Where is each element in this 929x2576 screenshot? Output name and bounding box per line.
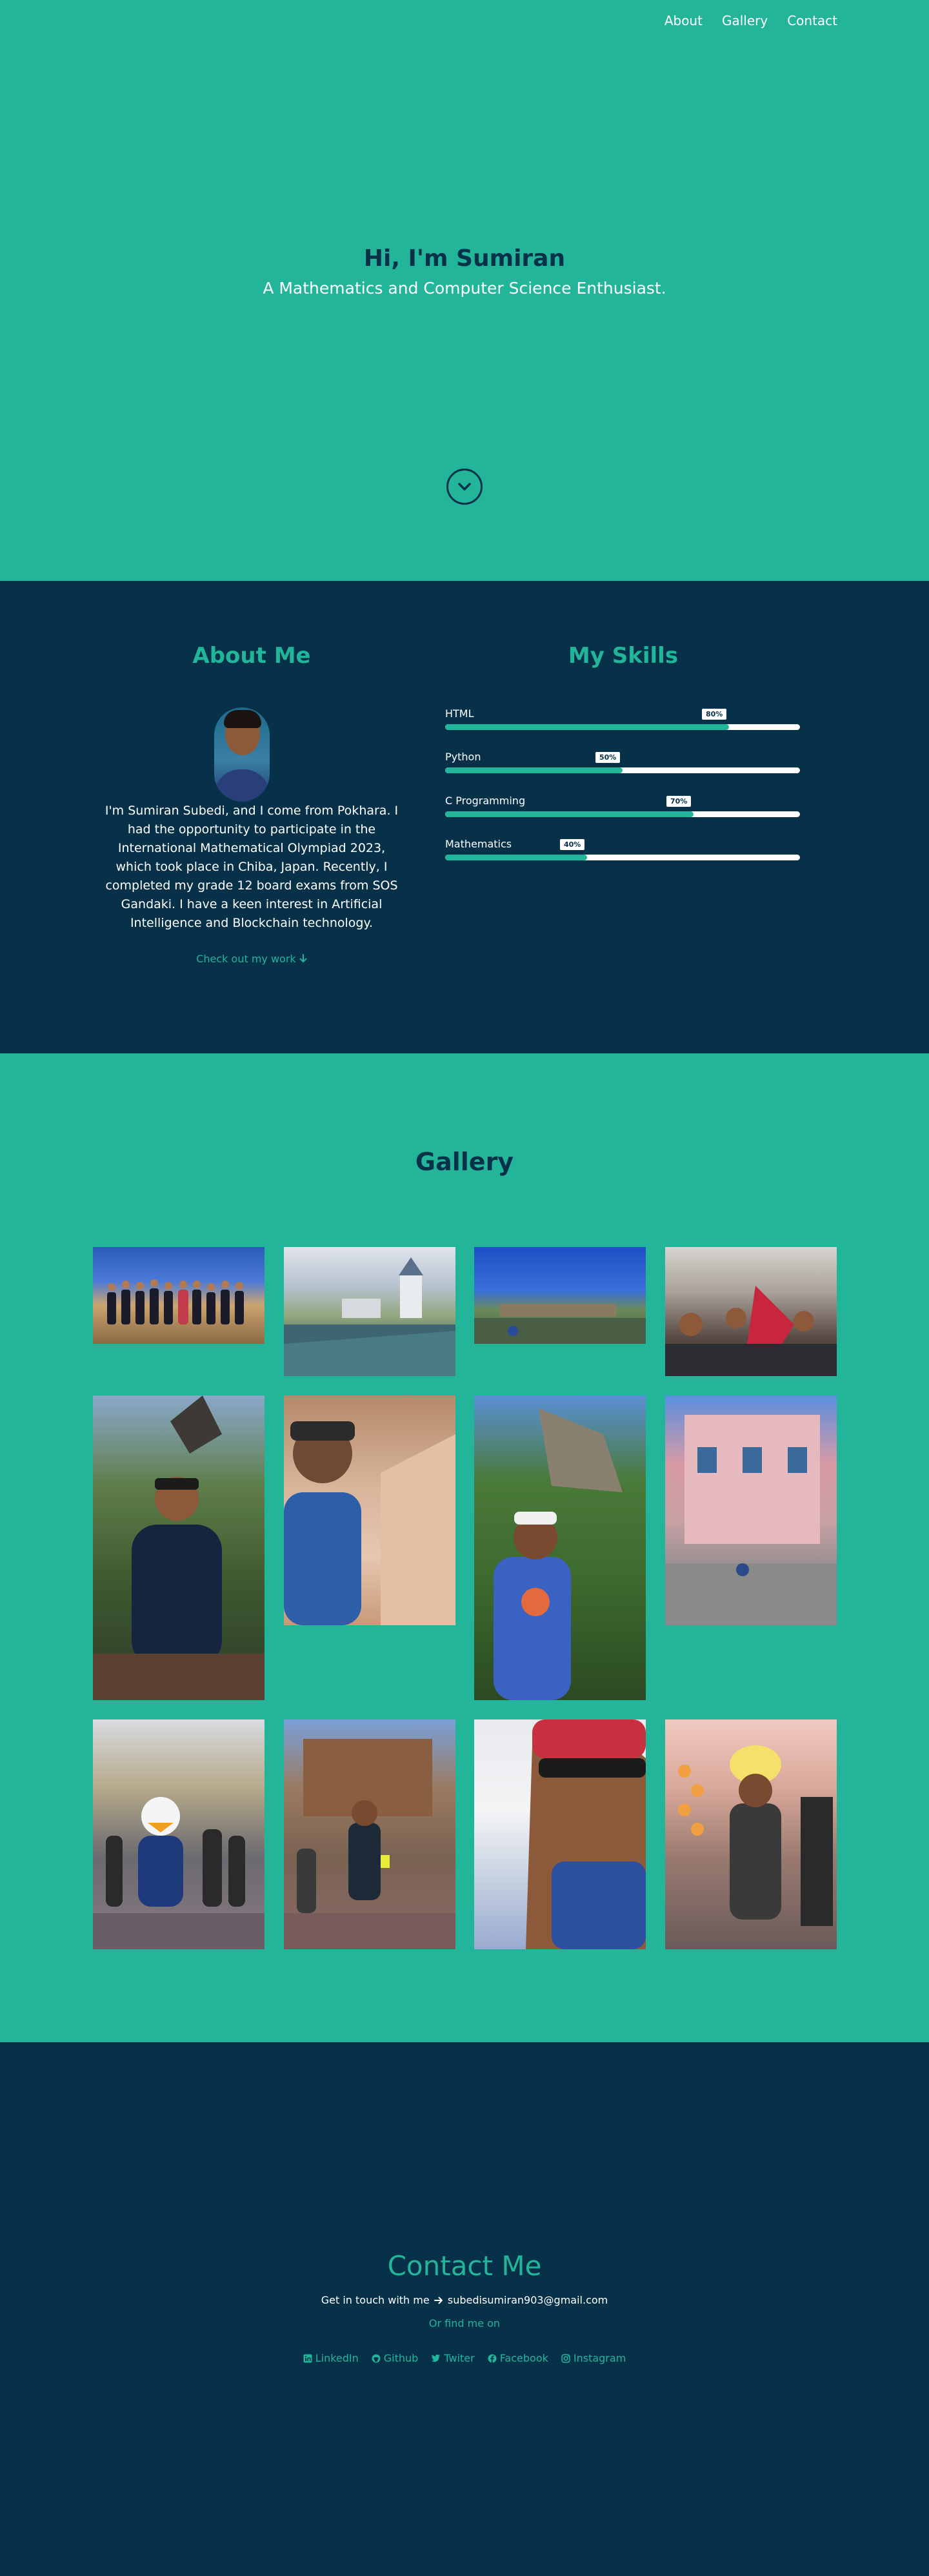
social-facebook[interactable]: Facebook bbox=[488, 2352, 548, 2364]
github-icon bbox=[372, 2354, 381, 2362]
gallery-photo[interactable] bbox=[665, 1395, 837, 1625]
gallery-photo[interactable] bbox=[284, 1247, 455, 1376]
linkedin-icon bbox=[303, 2354, 312, 2362]
skill-badge: 80% bbox=[702, 709, 727, 720]
skill-python: Python 50% bbox=[445, 751, 800, 773]
check-work-label: Check out my work bbox=[196, 953, 296, 965]
email-link[interactable]: subedisumiran903@gmail.com bbox=[448, 2294, 608, 2306]
check-work-link[interactable]: Check out my work bbox=[123, 953, 381, 965]
social-label: Instagram bbox=[573, 2352, 626, 2364]
skill-bar bbox=[445, 855, 800, 860]
contact-line: Get in touch with me subedisumiran903@gm… bbox=[0, 2294, 929, 2306]
gallery-photo[interactable] bbox=[665, 1719, 837, 1949]
hero-title: Hi, I'm Sumiran bbox=[363, 245, 566, 272]
skill-badge: 70% bbox=[666, 796, 692, 807]
social-label: Github bbox=[383, 2352, 419, 2364]
twitter-icon bbox=[431, 2354, 441, 2362]
skill-bar-fill bbox=[445, 767, 623, 773]
gallery-photo[interactable] bbox=[474, 1247, 646, 1344]
social-label: Twiter bbox=[444, 2352, 475, 2364]
top-nav: About Gallery Contact bbox=[0, 0, 929, 41]
social-label: LinkedIn bbox=[315, 2352, 359, 2364]
gallery-photo[interactable] bbox=[93, 1395, 265, 1700]
gallery-photo[interactable] bbox=[93, 1719, 265, 1949]
skill-name: C Programming bbox=[445, 795, 526, 807]
nav-links: About Gallery Contact bbox=[664, 13, 837, 28]
nav-item-contact[interactable]: Contact bbox=[787, 13, 837, 28]
gallery-photo[interactable] bbox=[284, 1719, 455, 1949]
social-links: LinkedIn Github Twiter Facebook Instagra… bbox=[0, 2352, 929, 2364]
skill-badge: 50% bbox=[595, 752, 621, 763]
hero-subtitle: A Mathematics and Computer Science Enthu… bbox=[263, 279, 666, 298]
skill-mathematics: Mathematics 40% bbox=[445, 838, 800, 860]
nav-item-about[interactable]: About bbox=[664, 13, 703, 28]
social-twitter[interactable]: Twiter bbox=[431, 2352, 475, 2364]
gallery-heading: Gallery bbox=[415, 1148, 514, 1176]
arrow-right-icon bbox=[434, 2297, 443, 2304]
contact-heading: Contact Me bbox=[387, 2250, 542, 2282]
avatar bbox=[214, 707, 270, 802]
skill-bar bbox=[445, 767, 800, 773]
skill-bar bbox=[445, 724, 800, 730]
about-section: About Me My Skills I'm Sumiran Subedi, a… bbox=[0, 581, 929, 1053]
about-heading: About Me bbox=[192, 643, 311, 669]
skill-bar-fill bbox=[445, 811, 694, 817]
facebook-icon bbox=[488, 2354, 497, 2362]
hero-section: Hi, I'm Sumiran A Mathematics and Comput… bbox=[0, 0, 929, 581]
skill-bar-fill bbox=[445, 724, 729, 730]
skills-heading: My Skills bbox=[568, 643, 679, 669]
about-text: I'm Sumiran Subedi, and I come from Pokh… bbox=[105, 804, 399, 930]
arrow-down-icon bbox=[299, 954, 307, 962]
social-label: Facebook bbox=[499, 2352, 548, 2364]
skill-c-programming: C Programming 70% bbox=[445, 795, 800, 817]
scroll-down-button[interactable] bbox=[446, 469, 483, 505]
gallery-photo[interactable] bbox=[474, 1719, 646, 1949]
gallery-photo[interactable] bbox=[474, 1395, 646, 1700]
gallery-photo[interactable] bbox=[665, 1247, 837, 1376]
chevron-down-icon bbox=[458, 483, 471, 491]
contact-prefix: Get in touch with me bbox=[321, 2294, 430, 2306]
gallery-photo[interactable] bbox=[93, 1247, 265, 1344]
contact-find: Or find me on bbox=[428, 2317, 501, 2329]
gallery-section: Gallery bbox=[0, 1053, 929, 2042]
skill-name: HTML bbox=[445, 707, 474, 720]
instagram-icon bbox=[561, 2353, 570, 2363]
skill-name: Python bbox=[445, 751, 481, 763]
skill-badge: 40% bbox=[560, 839, 585, 850]
contact-section: Contact Me Get in touch with me subedisu… bbox=[0, 2042, 929, 2576]
gallery-photo[interactable] bbox=[284, 1395, 455, 1625]
social-instagram[interactable]: Instagram bbox=[561, 2352, 626, 2364]
social-github[interactable]: Github bbox=[372, 2352, 419, 2364]
skill-html: HTML 80% bbox=[445, 707, 800, 730]
skill-bar-fill bbox=[445, 855, 587, 860]
skill-name: Mathematics bbox=[445, 838, 512, 850]
social-linkedin[interactable]: LinkedIn bbox=[303, 2352, 359, 2364]
nav-item-gallery[interactable]: Gallery bbox=[722, 13, 768, 28]
skill-bar bbox=[445, 811, 800, 817]
